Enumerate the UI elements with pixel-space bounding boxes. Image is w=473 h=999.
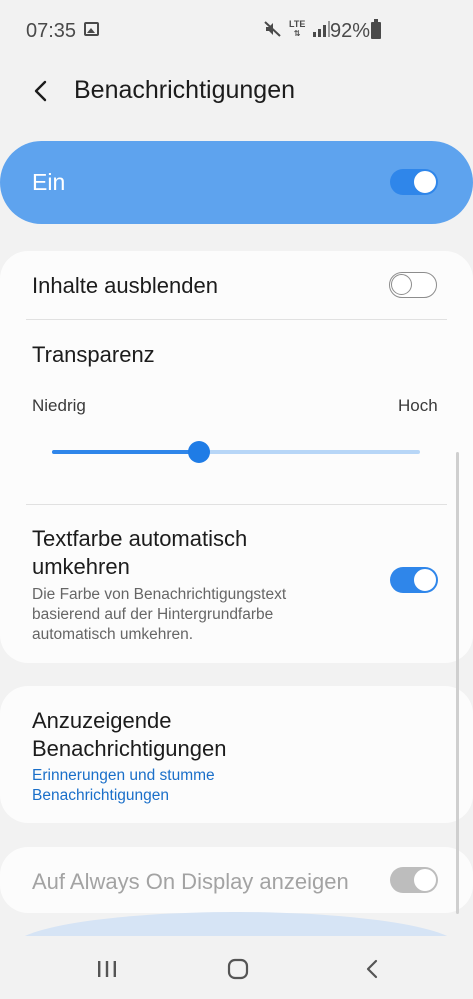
notifications-to-show-row[interactable]: Anzuzeigende Benachrichtigungen Erinneru…	[0, 686, 473, 823]
always-on-display-row[interactable]: Auf Always On Display anzeigen	[0, 847, 473, 913]
toggle-knob	[413, 868, 437, 892]
gallery-icon	[84, 22, 99, 36]
always-on-display-label: Auf Always On Display anzeigen	[32, 869, 349, 894]
master-switch-label: Ein	[32, 169, 66, 195]
hide-content-label: Inhalte ausblenden	[32, 273, 218, 298]
home-button[interactable]	[218, 952, 258, 986]
toggle-knob	[413, 568, 437, 592]
app-bar: Benachrichtigungen	[0, 62, 473, 118]
recent-apps-button[interactable]	[87, 952, 127, 986]
nav-back-button[interactable]	[352, 952, 392, 986]
slider-thumb[interactable]	[188, 441, 211, 463]
invert-text-title-line1: Textfarbe automatisch	[32, 526, 248, 551]
status-icons: LTE ⇅	[264, 19, 331, 39]
invert-text-color-row[interactable]: Textfarbe automatisch umkehren Die Farbe…	[0, 505, 473, 655]
invert-text-title-line2: umkehren	[32, 554, 130, 579]
scrollbar[interactable]	[456, 452, 459, 914]
back-icon	[366, 959, 378, 979]
transparency-max-label: Hoch	[398, 396, 438, 415]
lte-label: LTE	[289, 19, 306, 29]
transparency-min-label: Niedrig	[32, 396, 86, 415]
home-icon	[227, 958, 249, 980]
recent-apps-icon	[98, 961, 116, 977]
always-on-display-toggle[interactable]	[390, 867, 438, 893]
settings-card-display: Inhalte ausblenden Transparenz Niedrig H…	[0, 251, 473, 663]
invert-text-summary-line1: Die Farbe von Benachrichtigungstext	[32, 586, 287, 603]
notifications-to-show-title-line2: Benachrichtigungen	[32, 736, 227, 761]
divider	[26, 319, 447, 320]
notifications-to-show-title-line1: Anzuzeigende	[32, 708, 172, 733]
notifications-to-show-value-line1: Erinnerungen und stumme	[32, 767, 215, 784]
invert-text-summary-line3: automatisch umkehren.	[32, 626, 194, 643]
hide-content-row[interactable]: Inhalte ausblenden	[0, 251, 473, 319]
status-bar: 07:35 LTE ⇅ 92%	[0, 0, 473, 62]
master-switch-bar[interactable]: Ein	[0, 141, 473, 224]
status-time: 07:35	[26, 20, 77, 42]
invert-text-toggle[interactable]	[390, 567, 438, 593]
battery-percent: 92%	[330, 20, 371, 42]
signal-icon	[313, 21, 331, 37]
battery-icon	[371, 19, 381, 39]
hide-content-toggle[interactable]	[389, 272, 437, 298]
notifications-to-show-value-line2: Benachrichtigungen	[32, 787, 170, 804]
page-title: Benachrichtigungen	[74, 76, 295, 104]
chevron-left-icon	[34, 80, 47, 102]
toggle-knob	[413, 170, 437, 194]
transparency-slider[interactable]	[52, 440, 420, 464]
invert-text-summary-line2: basierend auf der Hintergrundfarbe	[32, 606, 274, 623]
master-toggle[interactable]	[390, 169, 438, 195]
toggle-knob	[391, 274, 412, 295]
navigation-bar	[0, 936, 473, 999]
back-button[interactable]	[24, 74, 58, 108]
mute-icon	[264, 21, 281, 37]
transparency-title: Transparenz	[32, 342, 155, 367]
slider-fill	[52, 450, 200, 454]
lte-icon: LTE ⇅	[289, 19, 306, 39]
